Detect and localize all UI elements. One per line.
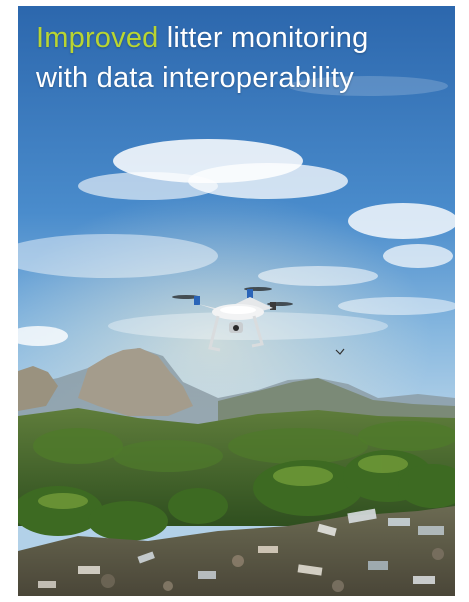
- hero-image-frame: Improved litter monitoring with data inte…: [18, 6, 455, 596]
- headline-line2: with data interoperability: [36, 62, 354, 94]
- headline: Improved litter monitoring with data inte…: [36, 18, 446, 98]
- headline-accent-word: Improved: [36, 22, 159, 54]
- headline-line1-rest: litter monitoring: [158, 22, 369, 54]
